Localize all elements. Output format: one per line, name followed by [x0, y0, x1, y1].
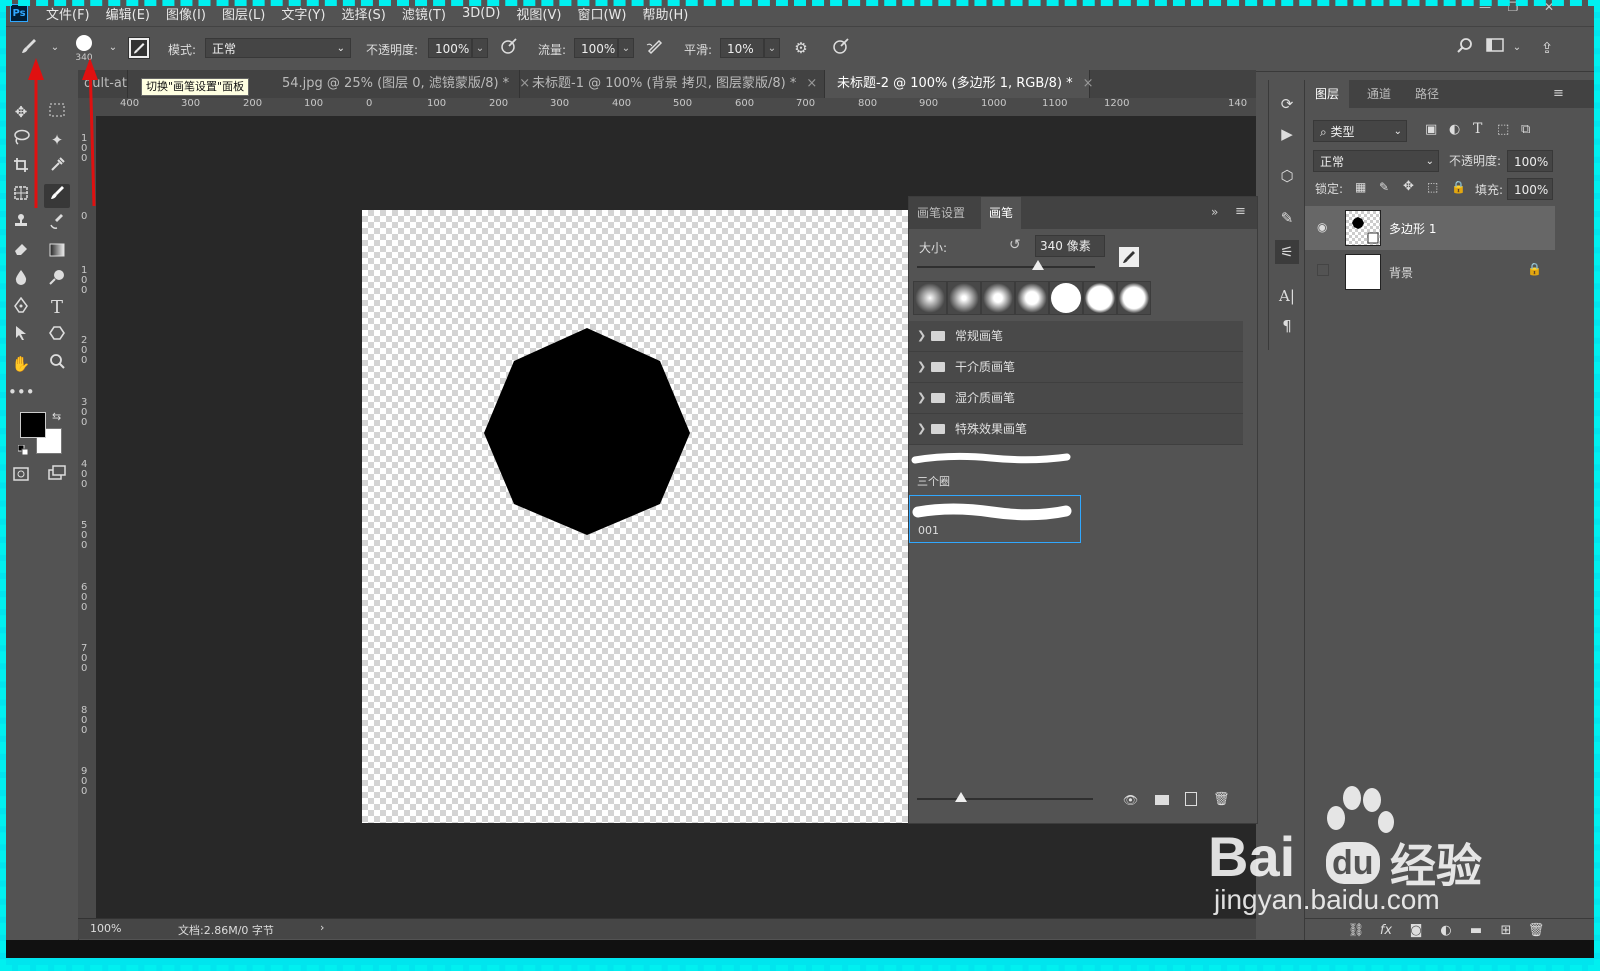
dashed-frame-border	[0, 0, 1600, 971]
foreground-color-swatch[interactable]	[20, 412, 46, 438]
